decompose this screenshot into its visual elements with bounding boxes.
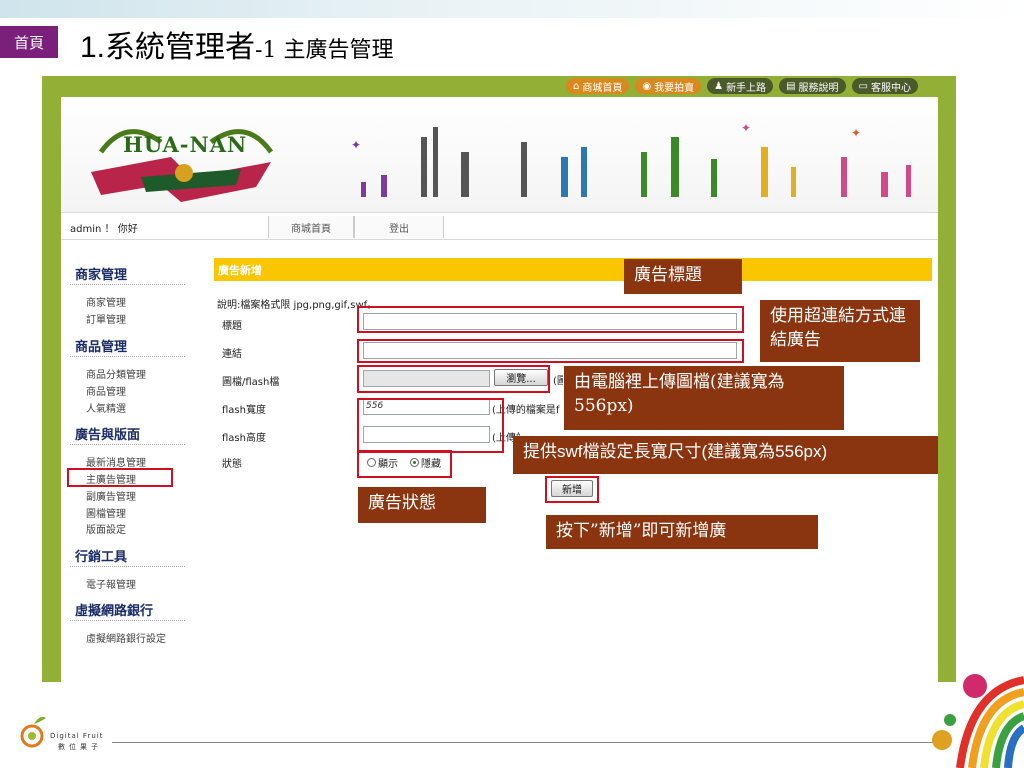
sidebar-heading-marketing: 行銷工具 — [75, 550, 128, 565]
brand-name-cn: 數位果子 — [58, 743, 102, 751]
status-label: 狀態 — [222, 459, 242, 470]
user-greeting: admin ！ 你好 — [70, 224, 138, 235]
flash-height-label: flash高度 — [222, 433, 266, 444]
top-nav: ⌂ 商城首頁 ◉ 我要拍賣 ♟ 新手上路 ▤ 服務說明 ▭ 客服中心 — [566, 78, 918, 94]
sidebar-item-newsletter[interactable]: 電子報管理 — [86, 576, 136, 591]
sidebar-divider — [70, 444, 185, 445]
nav-label: 商城首頁 — [582, 82, 623, 94]
nav-support[interactable]: ▭ 客服中心 — [851, 78, 918, 94]
highlight-title — [357, 306, 744, 333]
file-label: 圖檔/flash檔 — [222, 377, 280, 388]
brand-name: Digital Fruit — [50, 732, 104, 740]
user-bar — [61, 212, 938, 240]
slide-title: 1.系統管理者-1 主廣告管理 — [80, 22, 393, 66]
sidebar-divider — [70, 284, 185, 285]
callout-ad-title: 廣告標題 — [624, 259, 742, 294]
nav-service[interactable]: ▤ 服務說明 — [779, 78, 846, 94]
nav-auction[interactable]: ◉ 我要拍賣 — [635, 78, 702, 94]
auction-icon: ◉ — [642, 80, 652, 92]
flash-width-note: (上傳的檔案是f — [492, 405, 560, 416]
sidebar-item-product-mgmt[interactable]: 商品管理 — [86, 383, 126, 398]
sidebar-divider — [70, 620, 185, 621]
sidebar-item-popular[interactable]: 人氣精選 — [86, 400, 126, 415]
sidebar-item-image-mgmt[interactable]: 圖檔管理 — [86, 505, 126, 520]
sidebar-item-order-mgmt[interactable]: 訂單管理 — [86, 311, 126, 326]
rainbow-decoration — [932, 674, 1024, 768]
callout-hyperlink: 使用超連結方式連結廣告 — [760, 300, 920, 362]
svg-text:✦: ✦ — [741, 121, 751, 135]
fruit-icon — [20, 716, 46, 748]
chat-icon: ▭ — [858, 80, 868, 92]
home-icon: ⌂ — [573, 80, 580, 92]
doc-icon: ▤ — [786, 80, 796, 92]
highlight-file — [357, 365, 550, 393]
svg-text:✦: ✦ — [351, 138, 361, 152]
site-logo[interactable]: HUA-NAN — [123, 132, 247, 157]
callout-upload: 由電腦裡上傳圖檔(建議寬為556px) — [564, 366, 844, 430]
callout-ad-status: 廣告狀態 — [358, 487, 486, 523]
highlight-link — [357, 339, 744, 363]
footer-rule — [112, 742, 942, 743]
nav-label: 客服中心 — [870, 82, 911, 94]
sidebar-item-merchant-mgmt[interactable]: 商家管理 — [86, 294, 126, 309]
sidebar-divider — [70, 566, 185, 567]
nav-label: 新手上路 — [726, 82, 767, 94]
sidebar-divider — [70, 356, 185, 357]
svg-text:✦: ✦ — [851, 126, 861, 140]
title-number: 1. — [80, 31, 106, 64]
sidebar-heading-product: 商品管理 — [75, 340, 128, 355]
slide-top-strip — [0, 0, 1024, 18]
highlight-main-ad-menu — [67, 468, 173, 487]
title-main: 系統管理者 — [105, 30, 256, 65]
sidebar-heading-merchant: 商家管理 — [75, 268, 128, 283]
nav-mall-home[interactable]: ⌂ 商城首頁 — [566, 78, 630, 94]
sidebar-item-category-mgmt[interactable]: 商品分類管理 — [86, 366, 146, 381]
flash-width-label: flash寬度 — [222, 405, 266, 416]
sidebar-item-news-mgmt[interactable]: 最新消息管理 — [86, 454, 146, 469]
sidebar-item-layout-settings[interactable]: 版面設定 — [86, 521, 126, 536]
user-icon: ♟ — [714, 80, 724, 92]
digital-fruit-logo: Digital Fruit 數位果子 — [18, 712, 102, 756]
sidebar-item-sub-ad-mgmt[interactable]: 副廣告管理 — [86, 488, 136, 503]
link-label: 連結 — [222, 349, 242, 360]
title-sub: -1 主廣告管理 — [255, 38, 394, 63]
sidebar-item-virtual-bank-settings[interactable]: 虛擬網路銀行設定 — [86, 630, 166, 645]
callout-swf-size: 提供swf檔設定長寬尺寸(建議寬為556px) — [513, 436, 938, 474]
form-header: 廣告新增 — [214, 258, 932, 281]
nav-label: 我要拍賣 — [654, 82, 695, 94]
format-hint: 說明:檔案格式限 jpg,png,gif,swf。 — [217, 300, 378, 311]
nav-beginner[interactable]: ♟ 新手上路 — [707, 78, 774, 94]
tab-mall-home[interactable]: 商城首頁 — [268, 216, 354, 238]
sidebar-heading-virtual-bank: 虛擬網路銀行 — [75, 604, 154, 619]
highlight-add-button — [545, 476, 599, 503]
callout-press-add: 按下”新增”即可新增廣 — [546, 515, 818, 549]
sidebar-heading-ads: 廣告與版面 — [75, 428, 141, 443]
highlight-status — [357, 450, 452, 478]
file-note: (圖 — [553, 376, 563, 387]
highlight-flash-size — [357, 398, 504, 453]
home-tab[interactable]: 首頁 — [0, 26, 58, 58]
nav-label: 服務說明 — [798, 82, 839, 94]
title-label: 標題 — [222, 321, 242, 332]
tab-logout[interactable]: 登出 — [354, 216, 444, 238]
form-header-title: 廣告新增 — [218, 264, 262, 277]
